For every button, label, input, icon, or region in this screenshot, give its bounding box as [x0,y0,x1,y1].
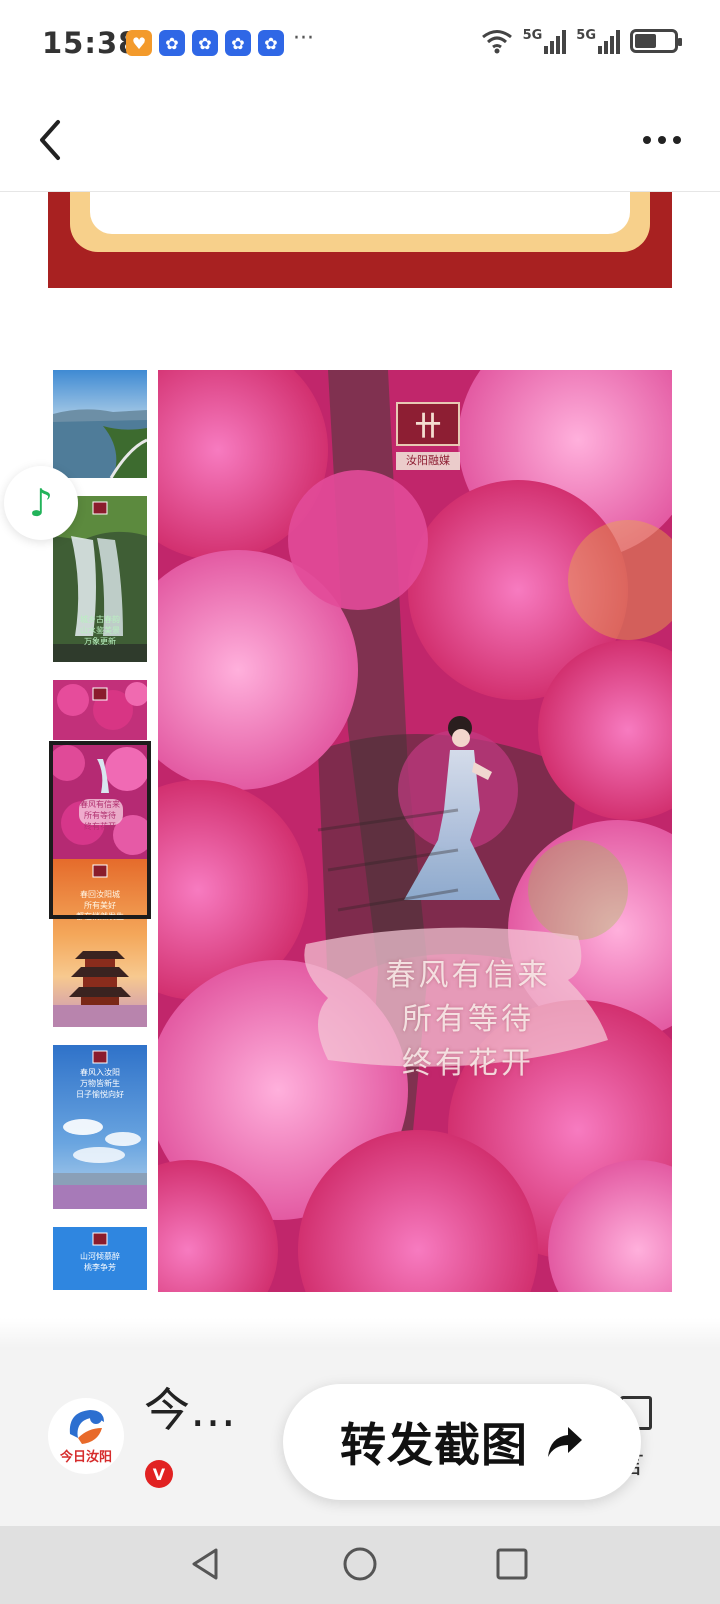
screen: 15:38 ♥ ✿ ✿ ✿ ✿ ··· 5G 5G 城乡古春韵 山水鉴美景 万象… [0,0,720,1604]
square-recents-icon [496,1548,528,1580]
avatar-label: 今日汝阳 [59,1450,112,1465]
thumbnail-item[interactable]: 春风入汝阳 万物皆新生 日子愉悦向好 [53,1045,147,1209]
network-type-label: 5G [576,28,596,43]
signal-bars-icon [598,28,620,54]
thumbnail-item-selected[interactable]: 春风有信来 所有等待 终有花开 [53,743,147,859]
more-options-button[interactable] [634,118,690,162]
chevron-left-icon [40,120,60,160]
avatar-logo [69,1410,104,1444]
share-arrow-icon [548,1427,582,1457]
app-notification-icon: ✿ [159,30,185,56]
thumbnail-caption: 春风入汝阳 万物皆新生 日子愉悦向好 [76,1068,124,1099]
system-navigation-bar [0,1526,720,1604]
dot [673,136,681,144]
music-button[interactable]: ♪ [4,466,78,540]
verified-badge: V [145,1460,173,1488]
thumbnail-caption: 城乡古春韵 山水鉴美景 万象更新 [80,615,120,646]
network-type-label: 5G [522,28,543,43]
thumbnail-item[interactable] [53,680,147,740]
thumbnail-caption: 春回汝阳城 所有美好 都在悄然发生 [76,890,124,921]
nav-bar [0,88,720,192]
banner-card [48,192,672,288]
poem-overlay: 春风有信来 所有等待 终有花开 [318,950,618,1110]
status-time: 15:38 [42,26,140,60]
logo-caption: 汝阳融媒 [396,452,460,470]
share-button-label: 转发截图 [340,1418,528,1472]
main-image[interactable]: 卄 汝阳融媒 春风有信来 所有等待 终有花开 [158,370,672,1292]
banner-inner [90,192,630,234]
thumbnail-item[interactable] [53,370,147,479]
poem-line: 所有等待 [402,1002,534,1037]
account-avatar[interactable]: 今日汝阳 [48,1398,124,1474]
cellular-signal-1: 5G [523,28,567,54]
dot [643,136,651,144]
status-bar: 15:38 ♥ ✿ ✿ ✿ ✿ ··· 5G 5G [0,0,720,88]
app-notification-icon: ✿ [258,30,284,56]
thumbnail-image [53,859,147,1027]
music-note-icon: ♪ [28,481,54,525]
bottom-fade [0,1318,720,1348]
poem-line: 终有花开 [402,1046,534,1081]
banner-frame [70,192,650,252]
thumbnail-item[interactable]: 春回汝阳城 所有美好 都在悄然发生 [53,859,147,1027]
system-back-button[interactable] [182,1540,230,1588]
heart-app-icon: ♥ [126,30,152,56]
thumbnail-item[interactable]: 山河倾慕醉 桃李争芳 [53,1227,147,1290]
app-notification-icon: ✿ [225,30,251,56]
azalea-photo [158,370,672,1292]
thumbnail-caption: 山河倾慕醉 桃李争芳 [80,1252,120,1272]
triangle-back-icon [192,1548,218,1580]
cellular-signal-2: 5G [576,28,620,54]
share-screenshot-button[interactable]: 转发截图 [283,1384,641,1500]
app-notification-icon: ✿ [192,30,218,56]
thumbnail-caption: 春风有信来 所有等待 终有花开 [80,800,120,831]
circle-home-icon [343,1547,377,1581]
battery-icon [630,29,682,53]
dot [658,136,666,144]
status-indicators: 5G 5G [481,28,682,54]
poem-line: 春风有信来 [385,958,551,993]
status-more-notifications: ··· [293,26,314,51]
thumbnail-image [53,370,147,479]
system-recents-button[interactable] [488,1540,536,1588]
thumbnail-image [53,680,147,740]
account-name[interactable]: 今… [144,1374,236,1440]
signal-bars-icon [544,28,567,54]
media-logo: 卄 汝阳融媒 [396,402,460,476]
system-home-button[interactable] [336,1540,384,1588]
back-button[interactable] [28,112,84,168]
logo-mark: 卄 [396,402,460,446]
wifi-icon [481,30,512,54]
